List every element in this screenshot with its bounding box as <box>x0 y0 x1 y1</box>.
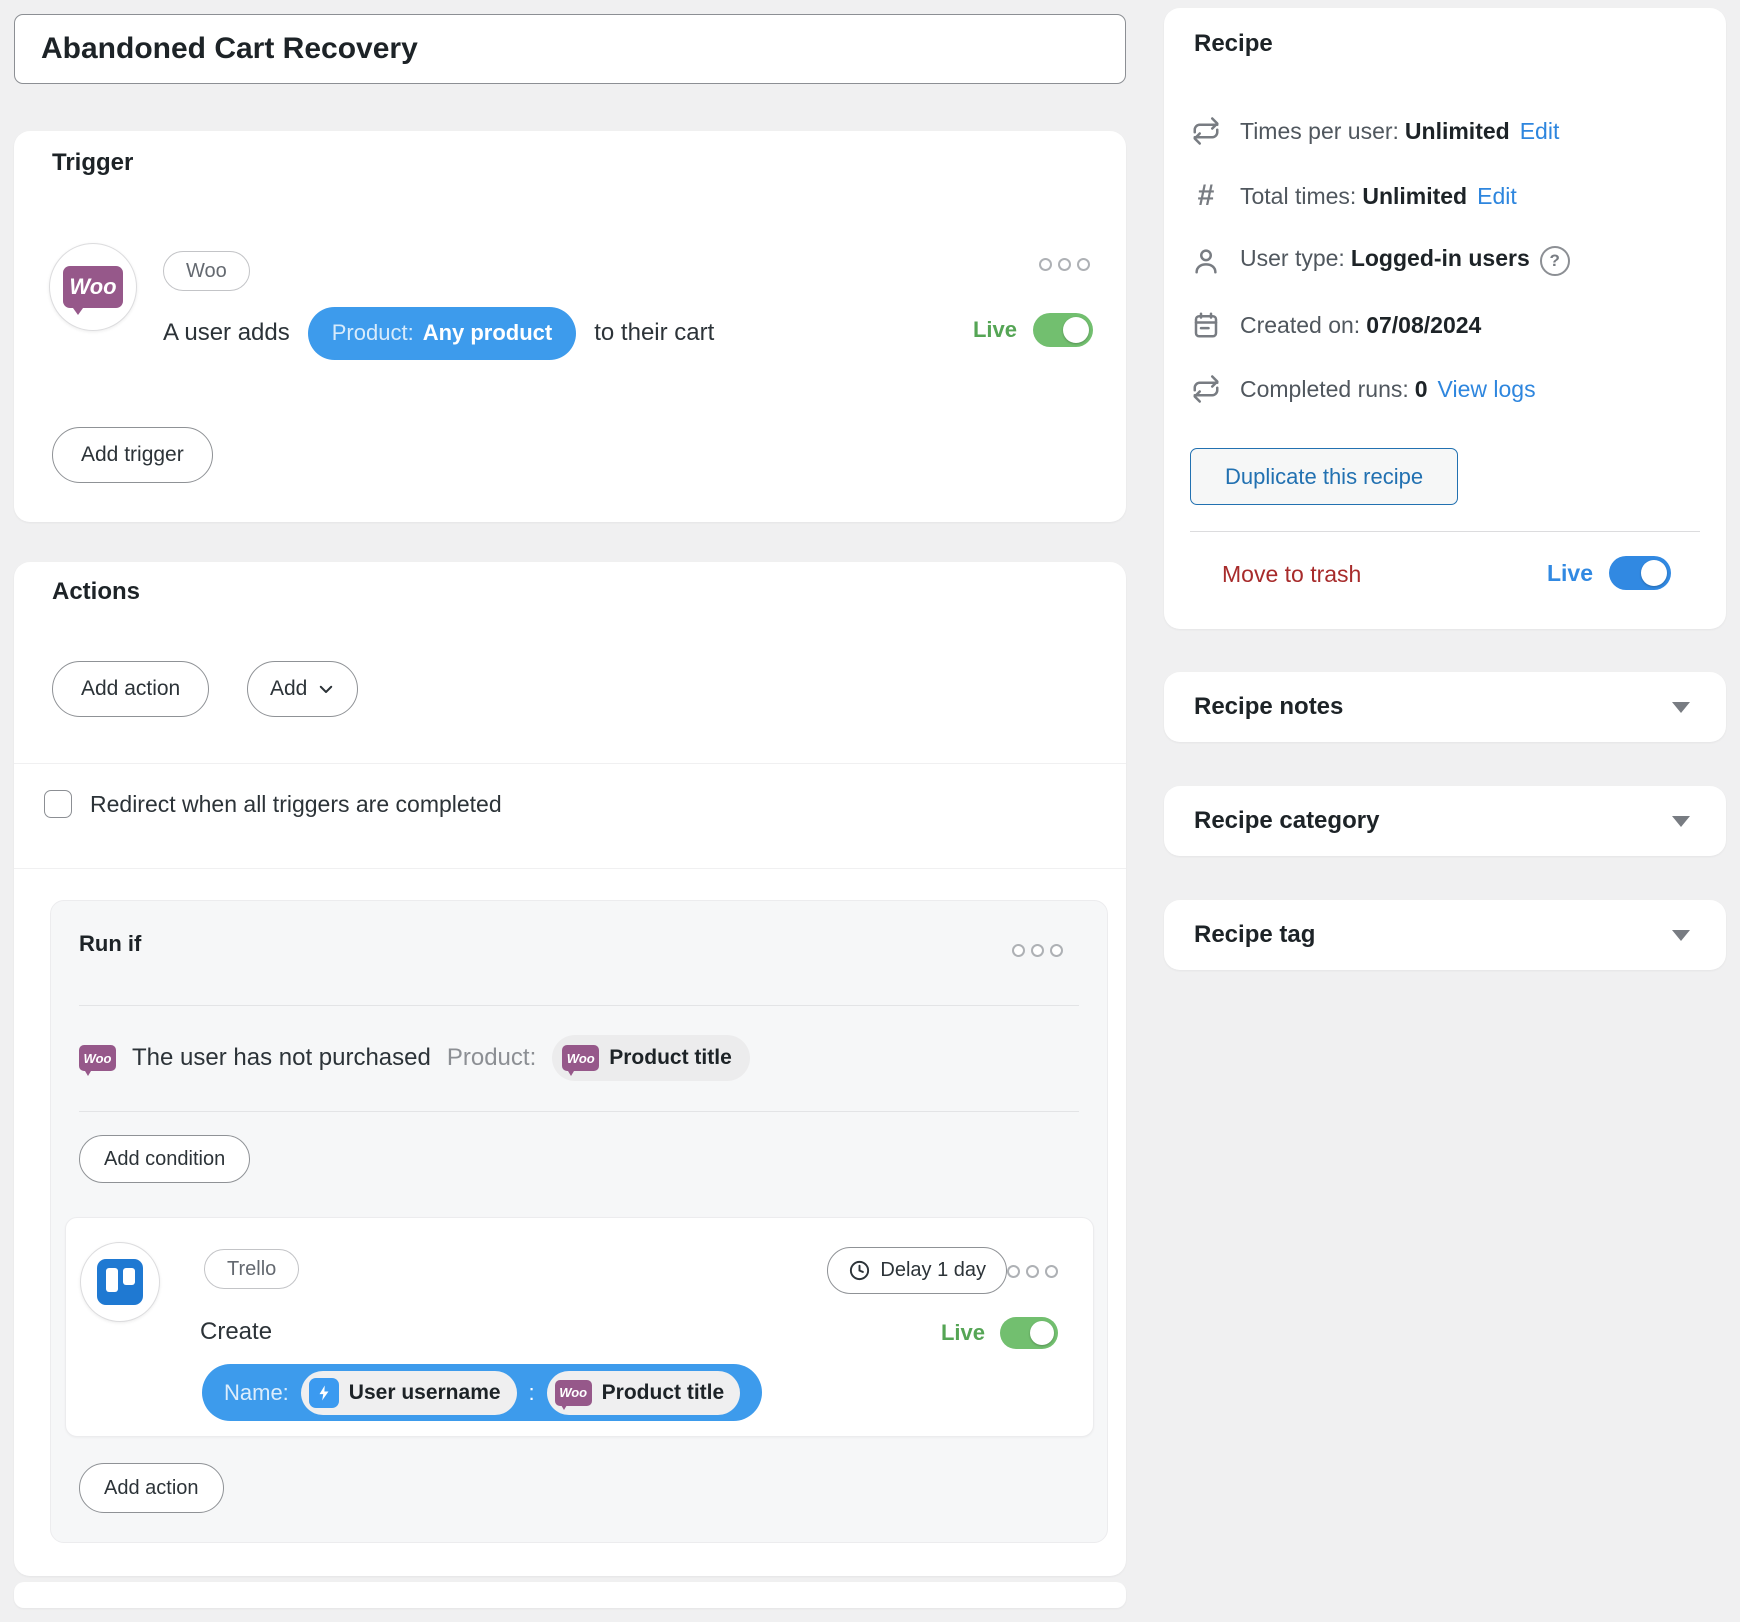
recipe-notes-title: Recipe notes <box>1194 693 1343 721</box>
add-action-button[interactable]: Add action <box>52 661 209 717</box>
trello-icon <box>97 1259 143 1305</box>
run-if-block: Run if Woo The user has not purchased Pr… <box>50 900 1108 1543</box>
hash-icon: # <box>1190 179 1222 213</box>
trello-integration-avatar <box>80 1242 160 1322</box>
run-if-add-action-button[interactable]: Add action <box>79 1463 224 1513</box>
edit-link[interactable]: Edit <box>1520 118 1560 144</box>
trigger-panel: Trigger Woo Woo A user adds Product: Any… <box>14 131 1126 522</box>
woo-badge-icon: Woo <box>79 1045 116 1071</box>
trigger-live-toggle[interactable] <box>1033 313 1093 347</box>
actions-panel: Actions Add action Add Redirect when all… <box>14 562 1126 1576</box>
woo-integration-avatar: Woo <box>49 243 137 331</box>
recipe-panel-heading: Recipe <box>1194 30 1273 58</box>
action-integration-pill: Trello <box>204 1249 299 1289</box>
redirect-checkbox[interactable] <box>44 790 72 818</box>
recipe-title-input[interactable] <box>14 14 1126 84</box>
view-logs-link[interactable]: View logs <box>1438 376 1536 402</box>
recipe-tag-title: Recipe tag <box>1194 921 1315 949</box>
action-live-control: Live <box>941 1317 1058 1349</box>
caret-down-icon[interactable] <box>1672 816 1690 827</box>
run-if-heading: Run if <box>79 931 141 957</box>
add-trigger-button[interactable]: Add trigger <box>52 427 213 483</box>
recipe-editor-page: Trigger Woo Woo A user adds Product: Any… <box>0 0 1740 1622</box>
recipe-live-control: Live <box>1547 556 1671 590</box>
condition-token-label: Product title <box>609 1046 732 1070</box>
product-title-token[interactable]: Woo Product title <box>547 1371 741 1415</box>
next-panel-strip <box>14 1582 1126 1608</box>
row-text: Times per user:UnlimitedEdit <box>1240 118 1559 145</box>
delay-label: Delay 1 day <box>880 1259 986 1282</box>
redirect-row: Redirect when all triggers are completed <box>44 790 502 818</box>
recipe-tag-panel[interactable]: Recipe tag <box>1164 900 1726 970</box>
chevron-down-icon <box>317 680 335 698</box>
repeat-icon <box>1190 116 1222 146</box>
trigger-integration-pill: Woo <box>163 251 250 291</box>
add-condition-button[interactable]: Add condition <box>79 1135 250 1183</box>
move-to-trash-link[interactable]: Move to trash <box>1222 561 1361 588</box>
action-name-field[interactable]: Name: User username : Woo Product title <box>202 1364 762 1421</box>
woo-badge-icon: Woo <box>555 1380 592 1406</box>
condition-product-token[interactable]: Woo Product title <box>552 1035 750 1081</box>
woo-badge-icon: Woo <box>562 1045 599 1071</box>
caret-down-icon[interactable] <box>1672 702 1690 713</box>
edit-link[interactable]: Edit <box>1477 183 1517 209</box>
woo-icon: Woo <box>63 266 123 308</box>
trigger-more-options-icon[interactable] <box>1039 258 1090 271</box>
condition-sentence: Woo The user has not purchased Product: … <box>79 1033 750 1083</box>
user-icon <box>1190 246 1222 276</box>
clock-icon <box>848 1259 871 1282</box>
user-username-label: User username <box>349 1381 501 1405</box>
redirect-label: Redirect when all triggers are completed <box>90 791 502 818</box>
user-type-row: User type:Logged-in users? <box>1190 245 1570 276</box>
recipe-category-panel[interactable]: Recipe category <box>1164 786 1726 856</box>
calendar-icon <box>1190 310 1222 340</box>
recipe-notes-panel[interactable]: Recipe notes <box>1164 672 1726 742</box>
actions-heading: Actions <box>52 578 140 606</box>
trigger-product-token[interactable]: Product: Any product <box>308 307 577 360</box>
row-text: Total times:UnlimitedEdit <box>1240 183 1517 210</box>
condition-text: The user has not purchased <box>132 1044 431 1072</box>
user-username-token[interactable]: User username <box>301 1371 517 1415</box>
action-card: Trello Delay 1 day Create Live <box>65 1217 1094 1437</box>
run-if-more-options-icon[interactable] <box>1012 944 1063 957</box>
row-text: Completed runs:0View logs <box>1240 376 1536 403</box>
action-live-toggle[interactable] <box>1000 1317 1058 1349</box>
row-text: Created on:07/08/2024 <box>1240 312 1481 339</box>
product-title-label: Product title <box>602 1381 725 1405</box>
token-label: Product: <box>332 320 414 346</box>
condition-field-label: Product: <box>447 1044 536 1072</box>
trigger-sentence: A user adds Product: Any product to thei… <box>163 305 714 361</box>
recipe-category-title: Recipe category <box>1194 807 1379 835</box>
caret-down-icon[interactable] <box>1672 930 1690 941</box>
completed-runs-row: Completed runs:0View logs <box>1190 374 1536 404</box>
add-dropdown-label: Add <box>270 677 307 701</box>
action-more-options-icon[interactable] <box>1007 1265 1058 1278</box>
token-separator: : <box>529 1380 535 1406</box>
trigger-sentence-prefix: A user adds <box>163 319 290 347</box>
times-per-user-row: Times per user:UnlimitedEdit <box>1190 116 1559 146</box>
recipe-live-toggle[interactable] <box>1609 556 1671 590</box>
name-field-label: Name: <box>224 1380 289 1406</box>
duplicate-recipe-button[interactable]: Duplicate this recipe <box>1190 448 1458 505</box>
row-text: User type:Logged-in users? <box>1240 245 1570 276</box>
trigger-live-label: Live <box>973 317 1017 343</box>
trigger-sentence-suffix: to their cart <box>594 319 714 347</box>
lightning-icon <box>309 1378 339 1408</box>
recipe-live-label: Live <box>1547 560 1593 587</box>
action-verb: Create <box>200 1318 272 1346</box>
action-live-label: Live <box>941 1320 985 1346</box>
created-on-row: Created on:07/08/2024 <box>1190 310 1481 340</box>
help-icon[interactable]: ? <box>1540 246 1570 276</box>
add-dropdown-button[interactable]: Add <box>247 661 358 717</box>
repeat-icon <box>1190 374 1222 404</box>
recipe-settings-panel: Recipe Times per user:UnlimitedEdit # To… <box>1164 8 1726 629</box>
trigger-live-control: Live <box>973 313 1093 347</box>
token-value: Any product <box>423 320 553 346</box>
delay-button[interactable]: Delay 1 day <box>827 1247 1007 1294</box>
trigger-heading: Trigger <box>52 149 133 177</box>
total-times-row: # Total times:UnlimitedEdit <box>1190 179 1517 213</box>
